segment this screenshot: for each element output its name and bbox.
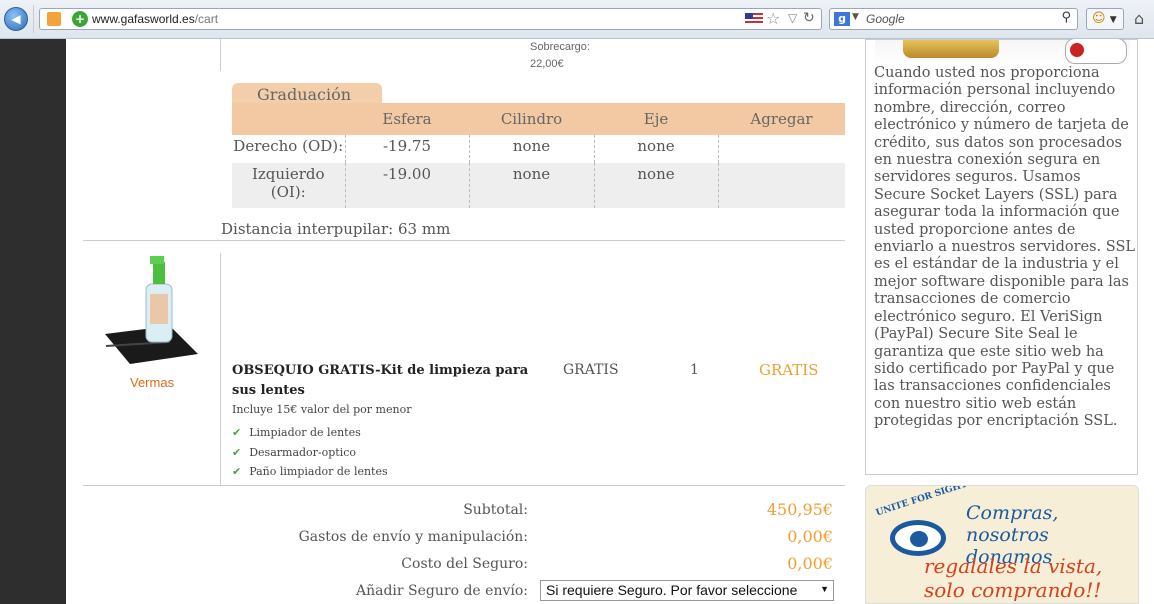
history-dropdown-icon[interactable]: ▽: [788, 11, 797, 25]
divider: [83, 240, 845, 241]
list-item-label: Paño limpiador de lentes: [249, 465, 388, 478]
cart-page: Sobrecargo: 22,00€ Graduación Esfera Cil…: [66, 39, 1154, 604]
pupillary-distance: Distancia interpupilar: 63 mm: [221, 220, 451, 238]
header-cilindro: Cilindro: [469, 103, 594, 135]
url-path: /cart: [194, 12, 219, 26]
gift-product-subtitle: Incluye 15€ valor del por menor: [232, 403, 412, 416]
subtotal-value: 450,95€: [766, 500, 833, 519]
check-icon: ✔: [232, 445, 242, 459]
divider: [83, 485, 845, 486]
site-favicon-icon: [47, 12, 61, 26]
trust-seal-image: [875, 39, 1130, 65]
subtotal-label: Subtotal:: [463, 502, 528, 518]
url-text[interactable]: www.gafasworld.es/cart: [92, 12, 218, 26]
table-row: Derecho (OD): -19.75 none none: [232, 135, 845, 163]
search-engine-dropdown-icon[interactable]: ▼: [852, 12, 859, 22]
shipping-label: Gastos de envío y manipulación:: [298, 529, 528, 545]
eye-icon: [890, 520, 946, 556]
page-left-gutter: [0, 39, 66, 604]
list-item: ✔ Desarmador-optico: [232, 446, 388, 466]
google-icon[interactable]: g: [834, 12, 850, 26]
gift-product-title: OBSEQUIO GRATIS-Kit de limpieza para sus…: [232, 363, 529, 398]
browser-toolbar: ◀ + www.gafasworld.es/cart ☆ ▽ ↻ g ▼ Goo…: [0, 0, 1154, 39]
insurance-select-value: Si requiere Seguro. Por favor seleccione: [546, 582, 798, 598]
eje-value: none: [594, 135, 719, 163]
column-divider: [220, 39, 221, 71]
esfera-value: -19.75: [345, 135, 470, 163]
prescription-header-row: Esfera Cilindro Eje Agregar: [232, 103, 845, 135]
gift-total: GRATIS: [759, 361, 819, 379]
search-icon[interactable]: ⚲: [1061, 10, 1071, 25]
surcharge-label: Sobrecargo:: [530, 41, 590, 53]
surcharge-info: Sobrecargo: 22,00€: [530, 39, 590, 73]
row-label: Izquierdo (OI):: [232, 163, 346, 208]
cilindro-value: none: [469, 163, 595, 208]
security-info-box: Cuando usted nos proporciona información…: [865, 39, 1138, 475]
column-divider: [220, 253, 221, 485]
insurance-cost-value: 0,00€: [787, 554, 833, 573]
see-more-link[interactable]: Vermas: [130, 375, 174, 390]
esfera-value: -19.00: [345, 163, 470, 208]
back-button[interactable]: ◀: [4, 7, 28, 31]
cleaning-kit-image[interactable]: [100, 254, 200, 367]
banner-line-2: regalales la vista, solo comprando!!: [924, 554, 1103, 602]
check-icon: ✔: [232, 465, 242, 478]
search-input[interactable]: Google: [866, 12, 905, 26]
gift-contents-list: ✔ Limpiador de lentes ✔ Desarmador-optico …: [232, 426, 388, 485]
check-icon: ✔: [232, 426, 242, 439]
list-item: ✔ Limpiador de lentes: [232, 426, 388, 446]
url-domain: www.gafasworld.es: [92, 12, 195, 26]
eje-value: none: [594, 163, 719, 208]
toolbar-separator: [33, 5, 34, 33]
verisign-seal-icon[interactable]: [1065, 39, 1127, 64]
unite-for-sight-banner[interactable]: UNITE FOR SIGHT Compras, nosotros donamo…: [865, 485, 1139, 604]
addon-button[interactable]: ☺ ▼: [1086, 8, 1124, 30]
list-item: ✔ Paño limpiador de lentes: [232, 465, 388, 485]
insurance-cost-label: Costo del Seguro:: [401, 556, 528, 572]
flag-icon: [745, 13, 763, 25]
header-eje: Eje: [594, 103, 718, 135]
header-agregar: Agregar: [718, 103, 845, 135]
reload-icon[interactable]: ↻: [803, 10, 815, 26]
agregar-value: [718, 135, 845, 163]
list-item-label: Desarmador-optico: [249, 445, 357, 459]
home-icon[interactable]: ⌂: [1134, 9, 1144, 28]
ssl-description: Cuando usted nos proporciona información…: [874, 65, 1135, 430]
bookmark-star-icon[interactable]: ☆: [766, 9, 780, 28]
chevron-down-icon: ▼: [820, 584, 829, 594]
prescription-tab-label: Graduación: [257, 85, 352, 104]
add-insurance-label: Añadir Seguro de envío:: [355, 583, 528, 599]
insurance-select[interactable]: Si requiere Seguro. Por favor seleccione…: [540, 580, 834, 601]
header-blank: [232, 103, 345, 135]
agregar-value: [718, 163, 845, 208]
header-esfera: Esfera: [345, 103, 469, 135]
cilindro-value: none: [469, 135, 595, 163]
table-row: Izquierdo (OI): -19.00 none none: [232, 163, 845, 208]
search-bar[interactable]: g ▼ Google ⚲: [829, 8, 1078, 30]
shipping-value: 0,00€: [787, 527, 833, 546]
banner-logo-text: UNITE FOR SIGHT: [874, 485, 969, 519]
address-bar[interactable]: + www.gafasworld.es/cart ☆ ▽ ↻: [39, 8, 822, 30]
list-item-label: Limpiador de lentes: [249, 426, 361, 439]
go-icon[interactable]: +: [72, 11, 88, 27]
gift-price: GRATIS: [563, 362, 619, 378]
gold-badge: [903, 40, 999, 58]
surcharge-value: 22,00€: [530, 58, 564, 70]
prescription-table: Esfera Cilindro Eje Agregar Derecho (OD)…: [232, 103, 845, 208]
gift-quantity: 1: [690, 362, 699, 378]
row-label: Derecho (OD):: [232, 135, 346, 163]
